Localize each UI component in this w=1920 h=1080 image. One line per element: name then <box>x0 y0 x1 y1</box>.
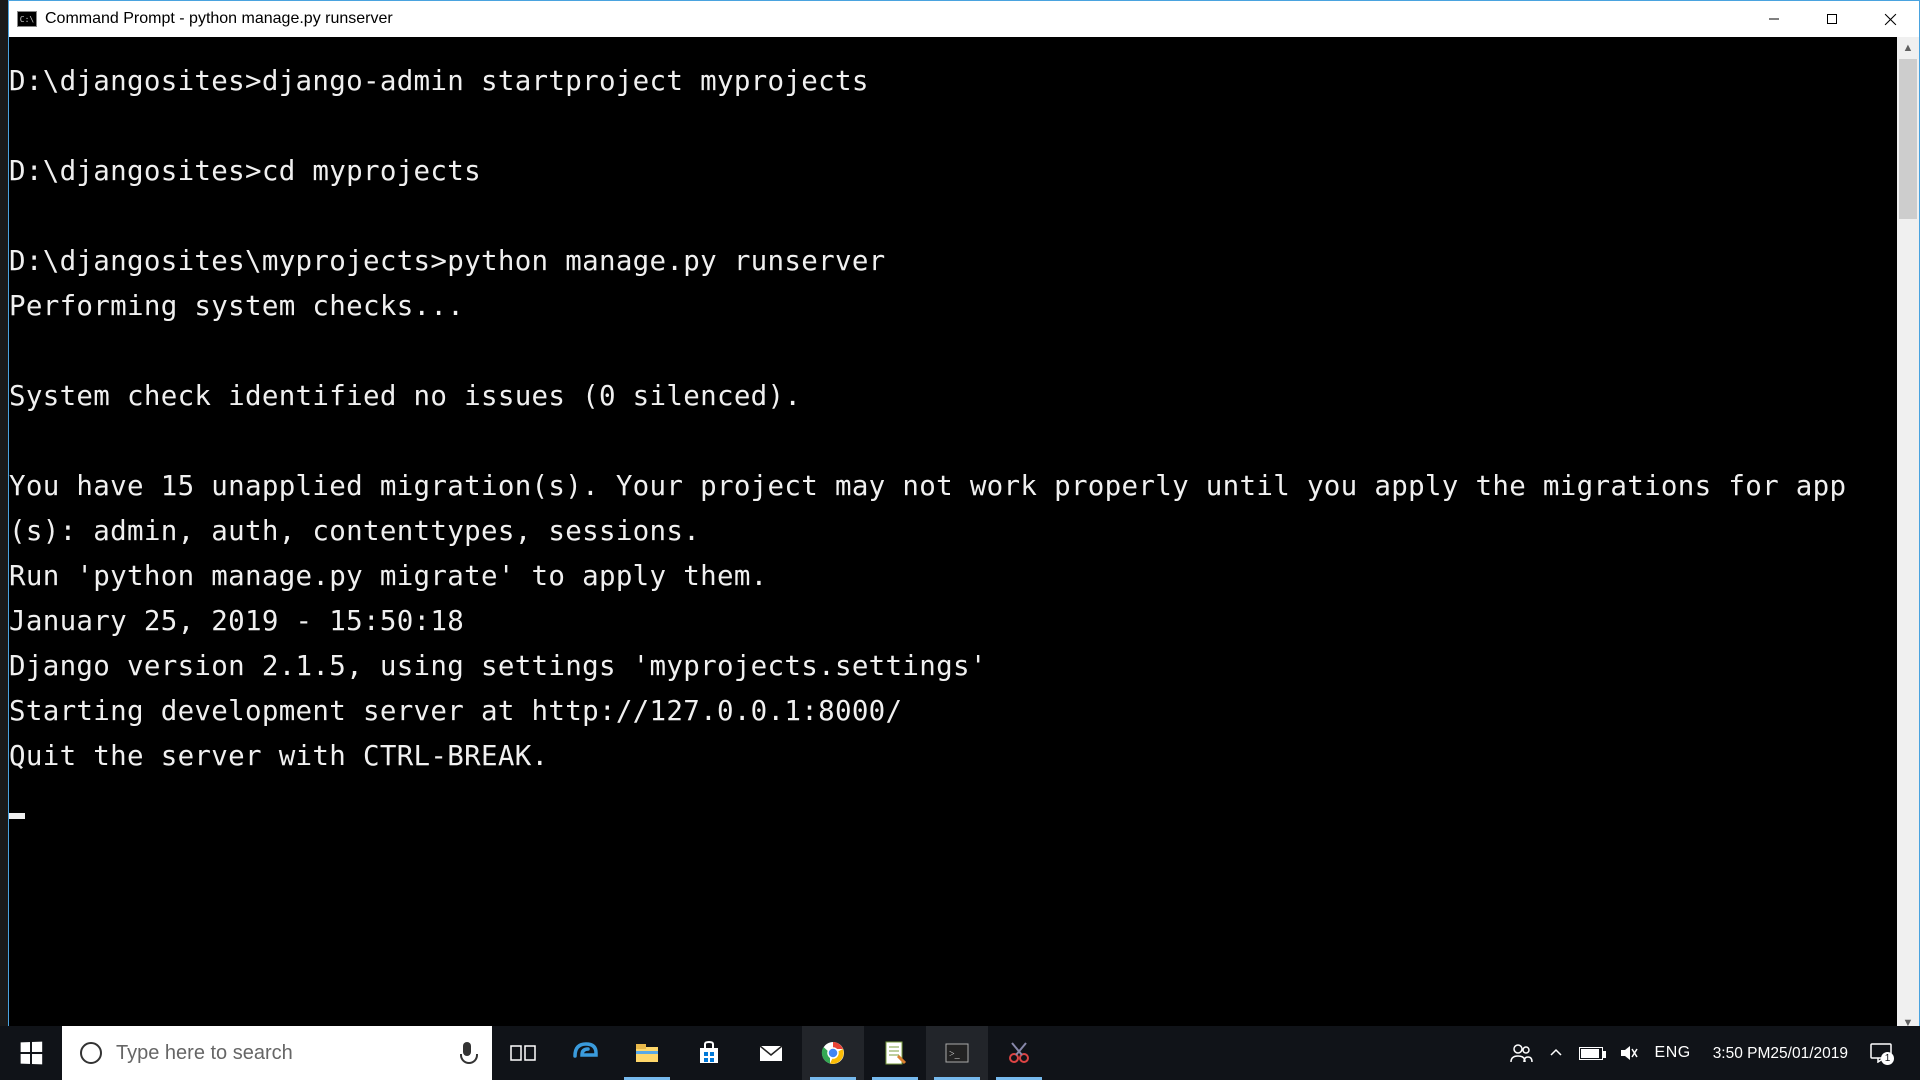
cmd-icon: C:\ <box>17 11 37 27</box>
taskbar: >_ ENG 3:50 PM 25/01/2019 1 <box>0 1026 1920 1080</box>
taskbar-file-explorer[interactable] <box>616 1026 678 1080</box>
taskbar-store[interactable] <box>678 1026 740 1080</box>
vertical-scrollbar[interactable]: ▲ ▼ <box>1897 37 1919 1034</box>
language-indicator[interactable]: ENG <box>1655 1026 1691 1080</box>
taskbar-snipping-tool[interactable] <box>988 1026 1050 1080</box>
people-button[interactable] <box>1509 1026 1533 1080</box>
notification-badge: 1 <box>1881 1052 1894 1065</box>
minimize-button[interactable] <box>1745 1 1803 37</box>
command-prompt-window: C:\ Command Prompt - python manage.py ru… <box>8 0 1920 1035</box>
taskbar-notepad-plus[interactable] <box>864 1026 926 1080</box>
cortana-circle-icon <box>80 1042 102 1064</box>
close-button[interactable] <box>1861 1 1919 37</box>
taskbar-chrome[interactable] <box>802 1026 864 1080</box>
maximize-button[interactable] <box>1803 1 1861 37</box>
terminal-output[interactable]: D:\djangosites>django-admin startproject… <box>9 37 1897 1034</box>
clock-time: 3:50 PM <box>1713 1044 1771 1063</box>
microphone-icon[interactable] <box>460 1042 474 1064</box>
taskbar-clock[interactable]: 3:50 PM 25/01/2019 <box>1707 1026 1854 1080</box>
start-button[interactable] <box>0 1026 62 1080</box>
task-view-button[interactable] <box>492 1026 554 1080</box>
taskbar-mail[interactable] <box>740 1026 802 1080</box>
taskbar-spacer <box>1050 1026 1499 1080</box>
volume-icon[interactable] <box>1619 1026 1639 1080</box>
system-tray: ENG 3:50 PM 25/01/2019 1 <box>1499 1026 1920 1080</box>
taskbar-edge[interactable] <box>554 1026 616 1080</box>
window-title: Command Prompt - python manage.py runser… <box>45 10 1745 28</box>
terminal-cursor <box>9 813 25 819</box>
scroll-up-arrow[interactable]: ▲ <box>1897 37 1919 59</box>
scroll-thumb[interactable] <box>1899 59 1917 219</box>
battery-icon[interactable] <box>1579 1026 1603 1080</box>
search-input[interactable] <box>116 1042 446 1065</box>
tray-overflow-button[interactable] <box>1549 1026 1563 1080</box>
taskbar-cmd[interactable]: >_ <box>926 1026 988 1080</box>
taskbar-search[interactable] <box>62 1026 492 1080</box>
clock-date: 25/01/2019 <box>1770 1044 1848 1063</box>
window-titlebar[interactable]: C:\ Command Prompt - python manage.py ru… <box>9 1 1919 37</box>
windows-logo-icon <box>21 1042 43 1065</box>
action-center-button[interactable]: 1 <box>1870 1043 1892 1063</box>
svg-text:>_: >_ <box>949 1049 961 1060</box>
